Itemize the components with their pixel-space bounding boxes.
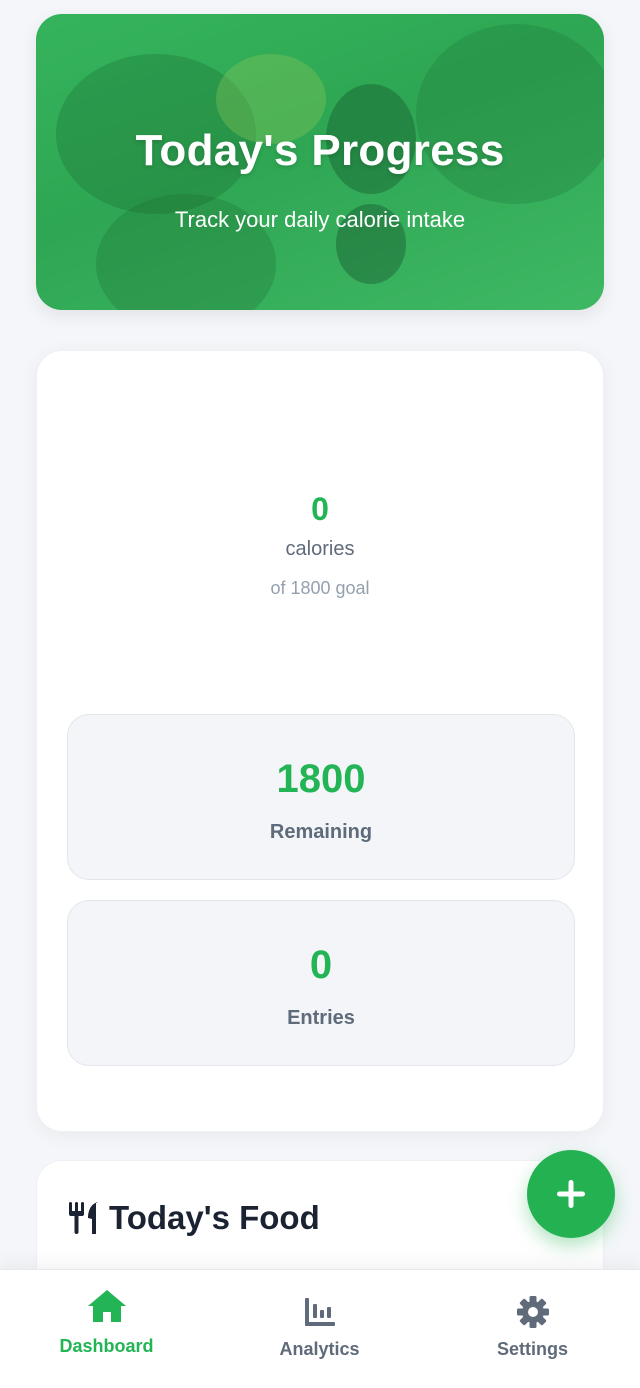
- remaining-value: 1800: [276, 757, 366, 801]
- gear-icon: [516, 1295, 550, 1334]
- add-food-button[interactable]: [527, 1150, 615, 1238]
- nav-dashboard[interactable]: Dashboard: [0, 1270, 213, 1388]
- chart-icon: [303, 1296, 337, 1333]
- entries-label: Entries: [287, 1007, 355, 1029]
- hero-banner: Today's Progress Track your daily calori…: [36, 14, 604, 310]
- calories-consumed: 0: [311, 491, 329, 527]
- hero-subtitle: Track your daily calorie intake: [174, 207, 466, 232]
- food-title-text: Today's Food: [109, 1199, 320, 1236]
- nav-analytics[interactable]: Analytics: [213, 1270, 426, 1388]
- calories-unit: calories: [285, 538, 355, 560]
- nav-settings-label: Settings: [496, 1339, 568, 1359]
- nav-analytics-label: Analytics: [279, 1339, 360, 1359]
- remaining-stat: 1800 Remaining: [67, 714, 575, 880]
- calorie-goal: of 1800 goal: [270, 578, 370, 598]
- nav-dashboard-label: Dashboard: [59, 1336, 154, 1356]
- home-icon: [86, 1288, 128, 1329]
- nav-settings[interactable]: Settings: [426, 1270, 639, 1388]
- utensils-icon: [67, 1200, 101, 1236]
- progress-card: 0 calories of 1800 goal 1800 Remaining 0…: [36, 350, 604, 1132]
- entries-value: 0: [309, 943, 333, 987]
- bottom-nav: Dashboard Analytics Settings: [0, 1269, 640, 1388]
- food-title: Today's Food: [67, 1199, 320, 1237]
- entries-stat: 0 Entries: [67, 900, 575, 1066]
- remaining-label: Remaining: [269, 821, 373, 843]
- hero-title: Today's Progress: [135, 126, 505, 175]
- plus-icon: [557, 1180, 585, 1208]
